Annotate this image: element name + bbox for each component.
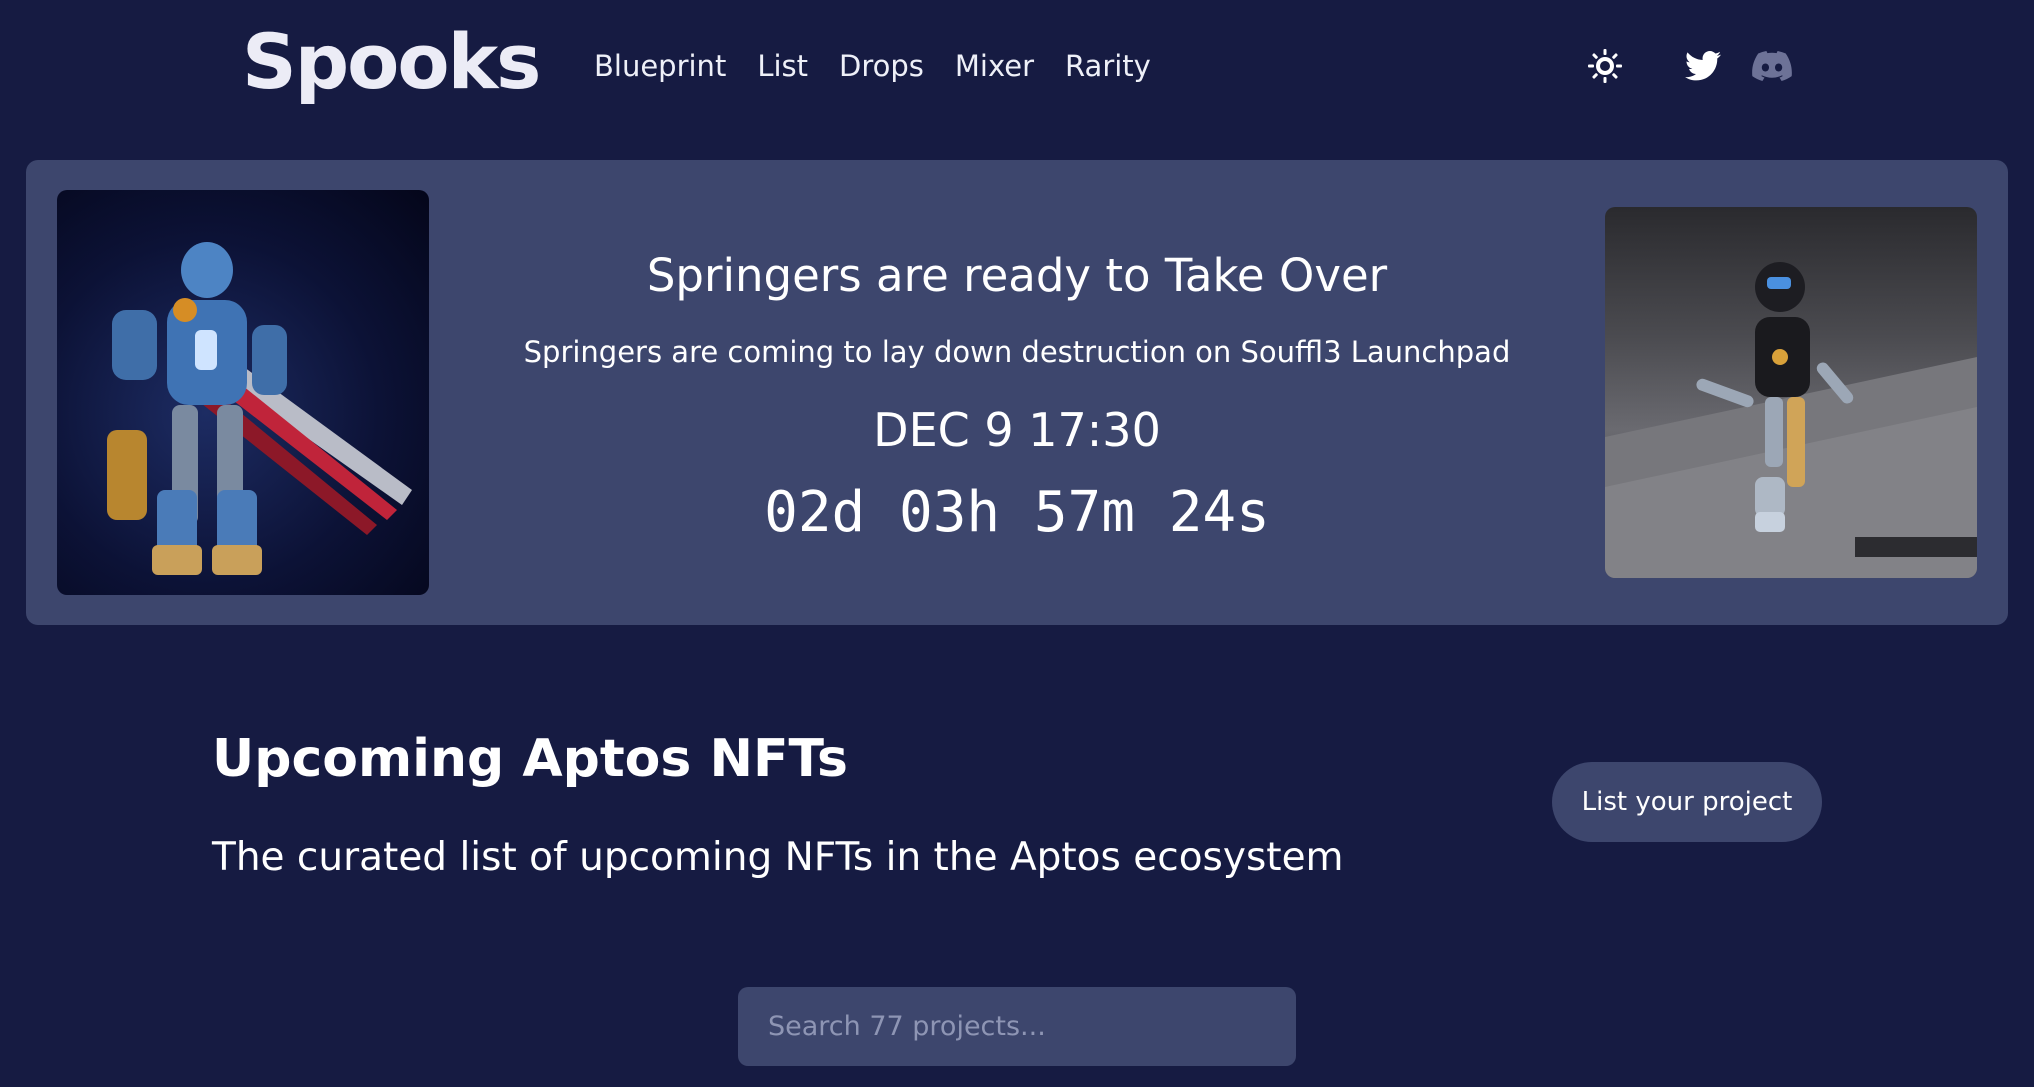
robot-walking-image xyxy=(1605,207,1977,578)
nav-link-mixer[interactable]: Mixer xyxy=(955,44,1034,88)
discord-icon[interactable] xyxy=(1752,46,1792,86)
page-description: The curated list of upcoming NFTs in the… xyxy=(212,835,1344,880)
list-your-project-button[interactable]: List your project xyxy=(1552,762,1822,842)
theme-sun-icon[interactable] xyxy=(1585,46,1625,86)
main-nav: Blueprint List Drops Mixer Rarity xyxy=(594,44,1182,88)
nav-link-blueprint[interactable]: Blueprint xyxy=(594,44,726,88)
twitter-icon[interactable] xyxy=(1683,46,1723,86)
search-input[interactable] xyxy=(738,987,1296,1066)
site-header: Spooks Blueprint List Drops Mixer Rarity xyxy=(0,0,2034,140)
banner-subtitle: Springers are coming to lay down destruc… xyxy=(523,335,1511,369)
robot-with-sword-image xyxy=(57,190,429,595)
banner-date: DEC 9 17:30 xyxy=(873,403,1161,457)
nav-link-drops[interactable]: Drops xyxy=(839,44,924,88)
logo[interactable]: Spooks xyxy=(242,14,541,110)
banner-title: Springers are ready to Take Over xyxy=(646,249,1388,302)
page-title: Upcoming Aptos NFTs xyxy=(212,729,849,789)
nav-link-list[interactable]: List xyxy=(757,44,808,88)
promo-banner[interactable]: Springers are ready to Take Over Springe… xyxy=(26,160,2008,625)
nav-link-rarity[interactable]: Rarity xyxy=(1065,44,1151,88)
countdown-timer: 02d 03h 57m 24s xyxy=(764,480,1270,545)
